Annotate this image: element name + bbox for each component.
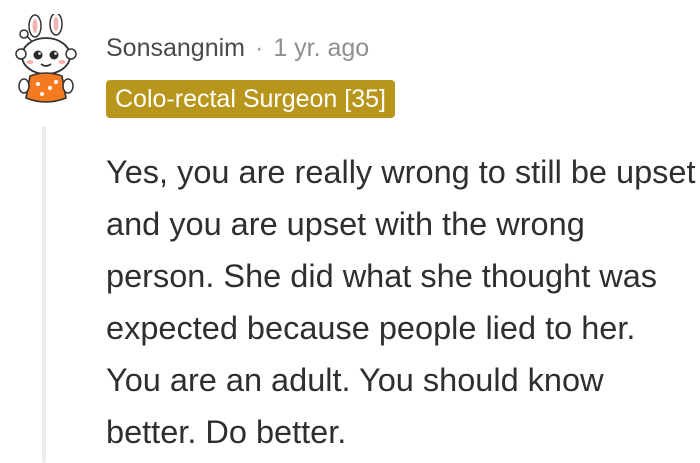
comment-meta: Sonsangnim · 1 yr. ago — [106, 32, 369, 64]
avatar[interactable] — [10, 12, 82, 110]
thread-collapse-line[interactable] — [42, 126, 46, 463]
user-flair-badge: Colo-rectal Surgeon [35] — [106, 80, 395, 118]
bunny-hat-snoo-avatar-icon — [15, 12, 77, 103]
comment-body: Yes, you are really wrong to still be up… — [106, 154, 696, 450]
comment: Sonsangnim · 1 yr. ago Colo-rectal Surge… — [0, 0, 700, 463]
username-link[interactable]: Sonsangnim — [106, 34, 245, 63]
timestamp-link[interactable]: 1 yr. ago — [273, 34, 369, 63]
meta-separator: · — [254, 33, 264, 62]
